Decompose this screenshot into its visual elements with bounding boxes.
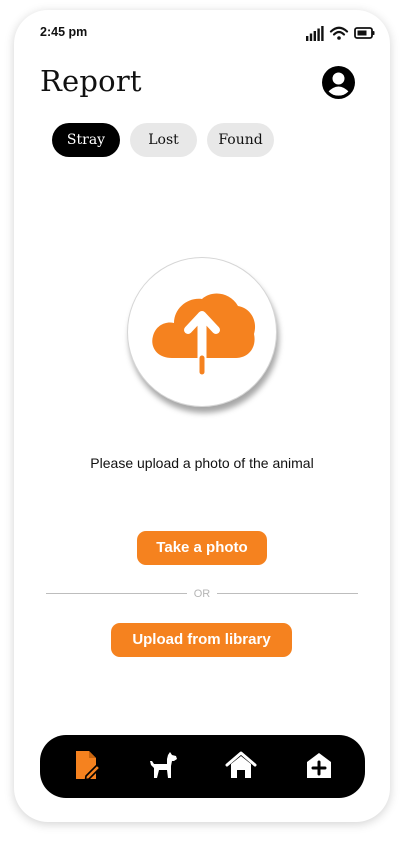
upload-instruction: Please upload a photo of the animal [90,455,314,471]
user-profile-icon[interactable] [322,66,355,99]
signal-icon [306,26,324,41]
upload-from-library-button[interactable]: Upload from library [111,623,292,657]
page-title: Report [40,64,142,98]
cloud-upload-icon [152,293,256,377]
or-divider: OR [46,587,358,601]
photo-upload-area[interactable] [127,257,277,407]
divider-line-right [217,593,358,594]
tab-found[interactable]: Found [207,123,274,157]
phone-frame: 2:45 pm Report Stray Lost Found Please u… [14,10,390,822]
shelter-add-icon[interactable] [302,749,336,783]
or-label: OR [193,588,211,600]
dog-icon[interactable] [146,749,180,783]
status-time: 2:45 pm [40,25,88,39]
status-icons [306,26,375,41]
battery-icon [354,27,375,39]
take-photo-button[interactable]: Take a photo [137,531,267,565]
tab-lost[interactable]: Lost [130,123,197,157]
home-icon[interactable] [224,749,258,783]
report-icon[interactable] [70,749,104,783]
wifi-icon [329,26,349,40]
tab-stray[interactable]: Stray [52,123,120,157]
bottom-navigation [40,735,365,798]
